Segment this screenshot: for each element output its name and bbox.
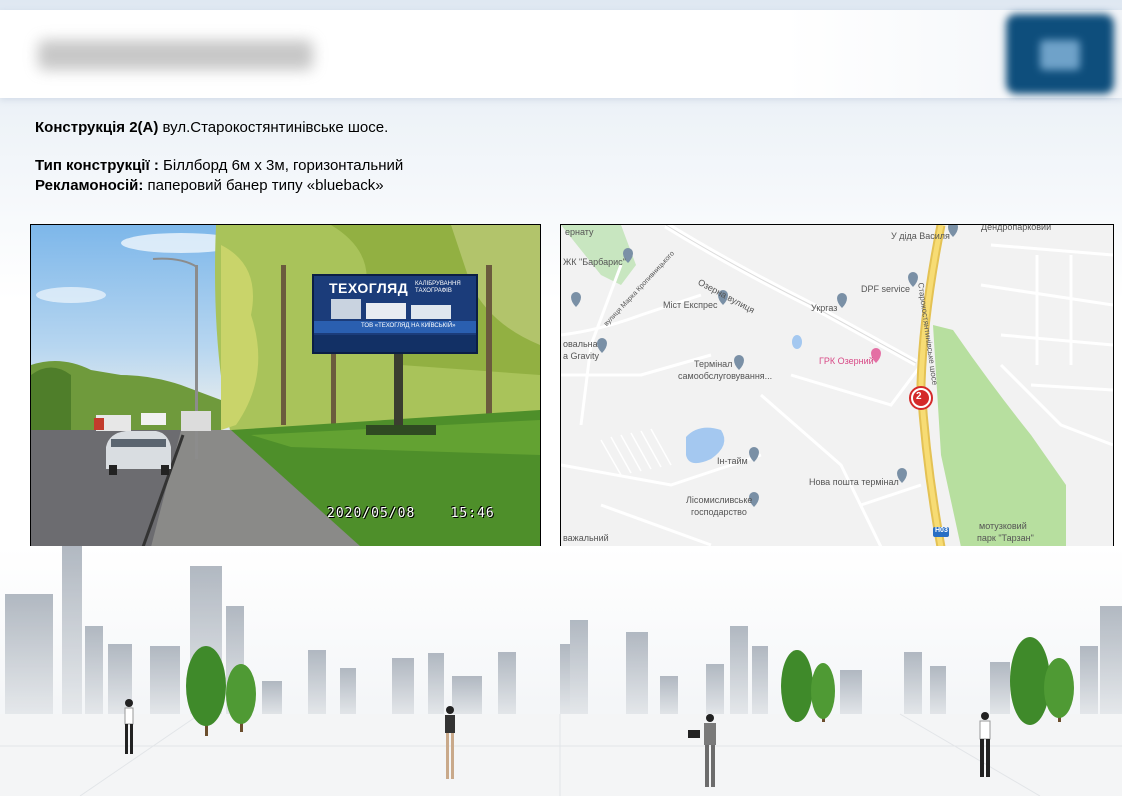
map-label-lisomysl1: Лісомисливське: [686, 495, 753, 505]
construction-label: Конструкція 2(А): [35, 119, 159, 136]
construction-line: Конструкція 2(А) вул.Старокостянтинівськ…: [35, 118, 403, 138]
billboard-headline: ТЕХОГЛЯД: [329, 280, 409, 296]
photo-scene: [31, 225, 540, 547]
carrier-value: паперовий банер типу «blueback»: [147, 177, 384, 194]
map-label-top-left: ернату: [565, 227, 594, 237]
billboard-sub1: КАЛІБРУВАННЯ: [415, 281, 461, 287]
map-marker-number: 2: [916, 391, 922, 402]
type-line: Тип конструкції : Біллборд 6м х 3м, гори…: [35, 156, 403, 176]
map-label-terminal2: самообслуговування...: [678, 371, 773, 381]
map-label-lisomysl2: господарство: [691, 507, 747, 517]
location-map[interactable]: 2 Н03 ернату ЖК "Барбарис" У діда Василя…: [560, 224, 1114, 548]
photo-timestamp: 2020/05/08 15:46: [327, 506, 495, 521]
map-label-gravity1: овальна: [563, 339, 598, 349]
map-label-in-taim: Ін-тайм: [717, 456, 748, 466]
map-label-dpf: DPF service: [861, 284, 911, 294]
map-label-gravity2: a Gravity: [563, 351, 600, 361]
construction-info: Конструкція 2(А) вул.Старокостянтинівськ…: [35, 118, 403, 196]
map-label-dendro: Дендропарковий: [981, 224, 1052, 232]
billboard-company: ТОВ «ТЕХОГЛЯД НА КИЇВСЬКІЙ»: [361, 323, 456, 329]
map-label-nova: Нова пошта термінал: [809, 477, 899, 487]
construction-address: вул.Старокостянтинівське шосе.: [162, 119, 389, 136]
map-label-ukrgaz: Укргаз: [811, 303, 838, 313]
road-code: Н03: [935, 527, 948, 534]
carrier-label: Рекламоносій:: [35, 177, 144, 194]
blurred-header-title: [38, 40, 313, 70]
type-label: Тип конструкції :: [35, 157, 159, 174]
billboard-subtitle: КАЛІБРУВАННЯ ТАХОГРАФІВ: [415, 281, 461, 295]
map-label-vazh: важальний: [563, 533, 609, 543]
timestamp-date: 2020/05/08: [327, 506, 416, 521]
timestamp-time: 15:46: [450, 506, 495, 521]
company-logo: [1006, 14, 1114, 94]
map-label-terminal1: Термінал: [694, 359, 733, 369]
map-streets: [561, 225, 1113, 547]
skyline-decoration: [0, 546, 1122, 796]
map-label-grk: ГРК Озерний: [819, 356, 874, 366]
map-label-motuz1: мотузковий: [979, 521, 1027, 531]
billboard-sub2: ТАХОГРАФІВ: [415, 288, 452, 294]
map-label-mist: Міст Експрес: [663, 300, 718, 310]
carrier-line: Рекламоносій: паперовий банер типу «blue…: [35, 176, 403, 196]
map-label-motuz2: парк "Тарзан": [977, 533, 1034, 543]
type-value: Біллборд 6м х 3м, горизонтальний: [163, 157, 404, 174]
map-label-barbaris: ЖК "Барбарис": [563, 257, 626, 267]
billboard-photo: ТЕХОГЛЯД КАЛІБРУВАННЯ ТАХОГРАФІВ ТОВ «ТЕ…: [30, 224, 541, 548]
map-label-u-dida: У діда Василя: [891, 231, 950, 241]
